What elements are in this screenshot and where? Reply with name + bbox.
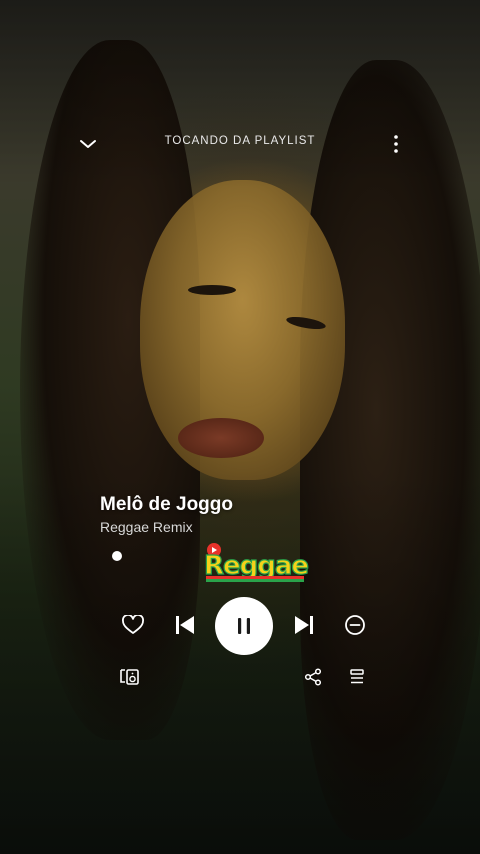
progress-thumb[interactable] <box>112 551 122 561</box>
track-artist[interactable]: Reggae Remix <box>100 519 193 535</box>
minus-circle-icon <box>345 615 365 635</box>
skip-next-icon <box>295 616 313 634</box>
share-button[interactable] <box>300 664 326 690</box>
previous-button[interactable] <box>170 610 200 640</box>
reggae-logo: Reggae <box>200 540 316 584</box>
play-pause-button[interactable] <box>215 597 273 655</box>
next-button[interactable] <box>289 610 319 640</box>
heart-icon <box>122 615 144 634</box>
like-button[interactable] <box>118 610 148 640</box>
more-vertical-icon <box>394 135 398 153</box>
connect-device-button[interactable] <box>116 664 144 690</box>
secondary-controls <box>0 664 480 692</box>
remove-button[interactable] <box>340 610 370 640</box>
now-playing-screen: TOCANDO DA PLAYLIST Melô de Joggo Reggae… <box>0 0 480 854</box>
connect-device-icon <box>120 669 139 685</box>
more-options-button[interactable] <box>382 130 410 158</box>
queue-icon <box>350 669 364 684</box>
pause-icon <box>238 618 250 634</box>
share-icon <box>304 668 322 686</box>
player-header: TOCANDO DA PLAYLIST <box>0 128 480 158</box>
playback-controls <box>0 596 480 656</box>
skip-previous-icon <box>176 616 194 634</box>
queue-button[interactable] <box>344 664 370 690</box>
track-title: Melô de Joggo <box>100 494 233 515</box>
